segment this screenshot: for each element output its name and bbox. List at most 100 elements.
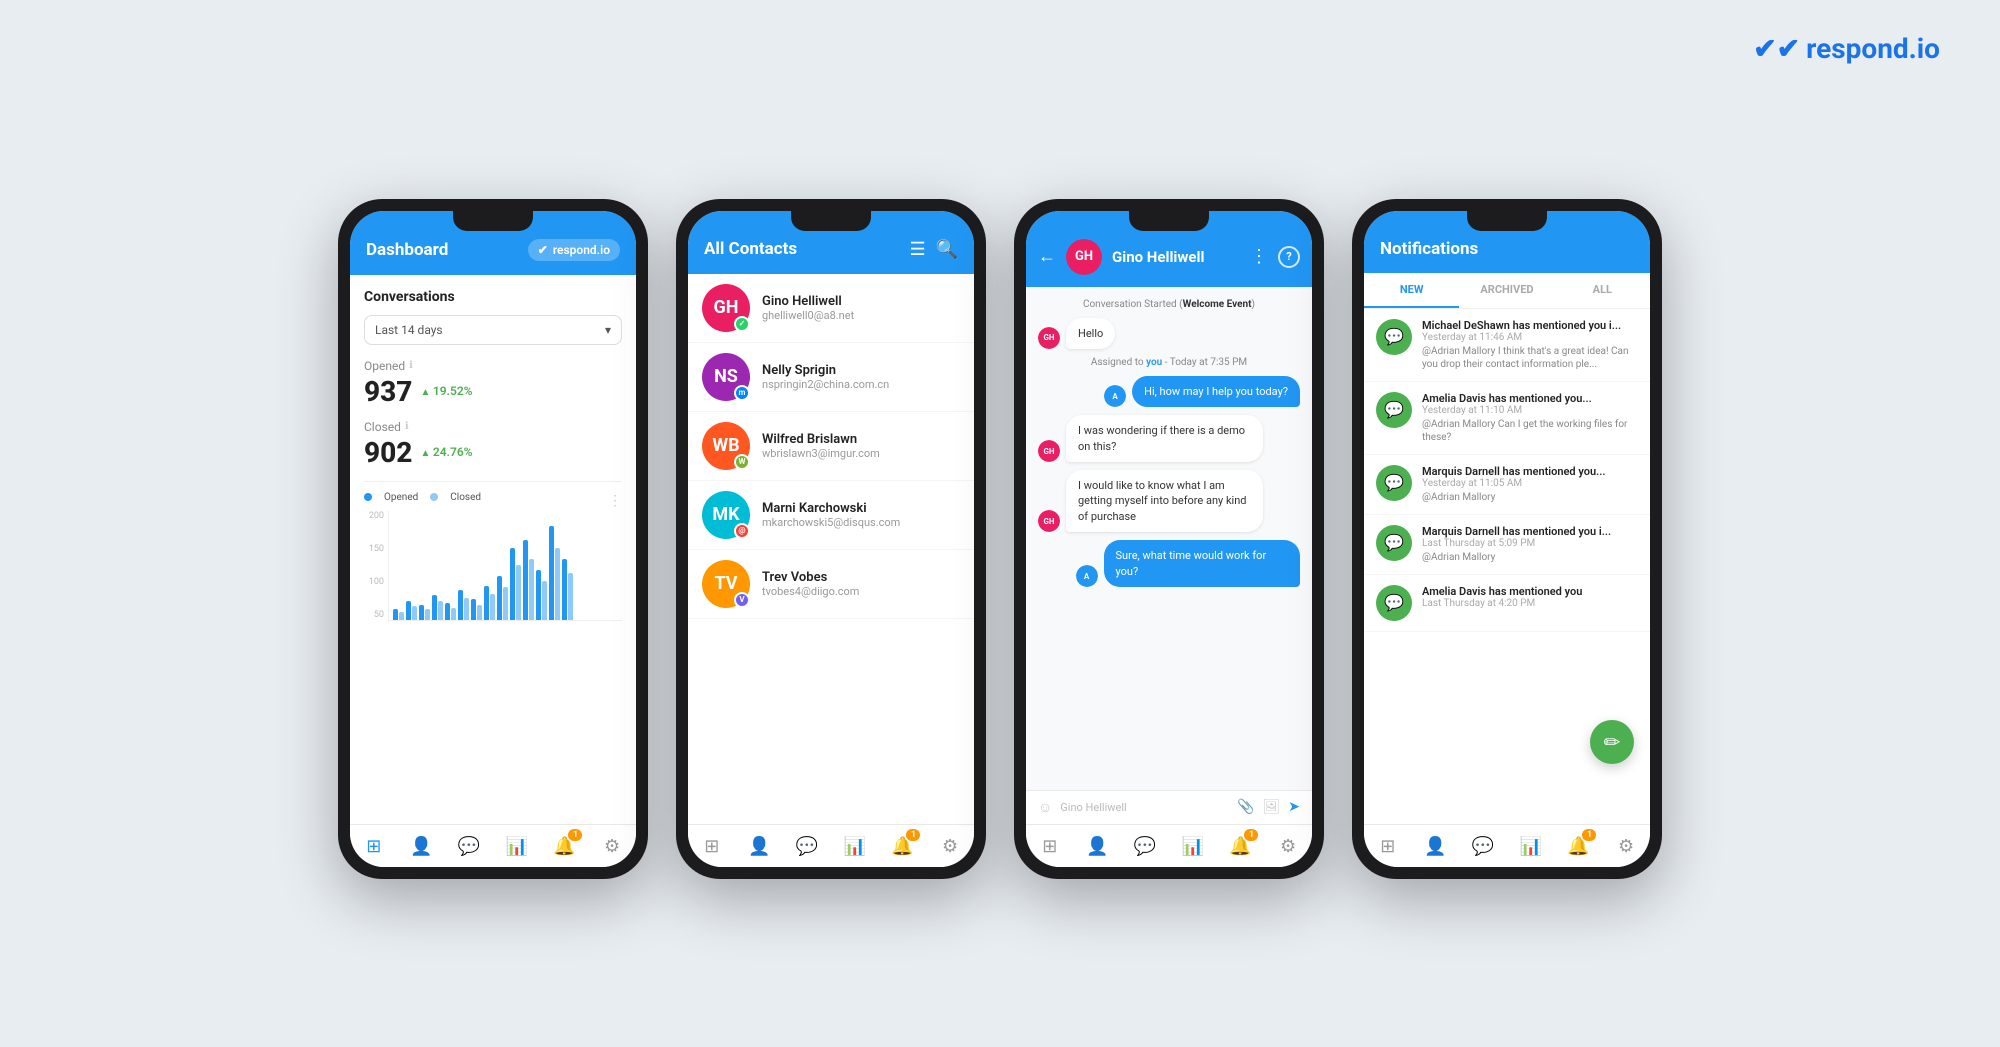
tab-all[interactable]: ALL	[1555, 273, 1650, 308]
bar-group	[445, 603, 456, 620]
contact-item[interactable]: NS m Nelly Sprigin nspringin2@china.com.…	[688, 343, 974, 412]
notifications-header: Notifications	[1364, 211, 1650, 273]
nav-analytics[interactable]: 📊	[1179, 833, 1207, 861]
wechat-badge: W	[734, 454, 750, 470]
nav-settings[interactable]: ⚙	[1274, 833, 1302, 861]
nav-notifications[interactable]: 🔔 1	[888, 833, 916, 861]
emoji-icon[interactable]: ☺	[1038, 799, 1052, 816]
message-row: GH I was wondering if there is a demo on…	[1038, 415, 1300, 462]
nav-dashboard[interactable]: ⊞	[1374, 833, 1402, 861]
help-icon[interactable]: ?	[1278, 246, 1300, 268]
tiny-avatar-agent: A	[1076, 565, 1098, 587]
nav-notifications[interactable]: 🔔 1	[550, 833, 578, 861]
closed-label: Closed ℹ	[364, 420, 622, 434]
bottom-nav: ⊞ 👤 💬 📊 🔔 1 ⚙	[1026, 824, 1312, 867]
notification-item[interactable]: 💬 Amelia Davis has mentioned you Last Th…	[1364, 575, 1650, 632]
bar-closed	[412, 606, 417, 620]
bar-closed	[425, 609, 430, 620]
nav-settings[interactable]: ⚙	[598, 833, 626, 861]
phone-dashboard: Dashboard ✔ respond.io Conversations Las…	[338, 199, 648, 879]
contact-name: Marni Karchowski	[762, 501, 900, 516]
bar-group	[523, 540, 534, 620]
nav-chat[interactable]: 💬	[455, 833, 483, 861]
notif-name: Amelia Davis has mentioned you	[1422, 585, 1582, 598]
viber-badge: V	[734, 592, 750, 608]
nav-dashboard[interactable]: ⊞	[360, 833, 388, 861]
contact-item[interactable]: TV V Trev Vobes tvobes4@diigo.com	[688, 550, 974, 619]
notif-avatar: 💬	[1376, 465, 1412, 501]
nav-contacts[interactable]: 👤	[745, 833, 773, 861]
nav-chat[interactable]: 💬	[793, 833, 821, 861]
date-filter[interactable]: Last 14 days ▾	[364, 315, 622, 345]
chat-input-field[interactable]: Gino Helliwell	[1060, 801, 1229, 814]
contact-item[interactable]: GH ✓ Gino Helliwell ghelliwell0@a8.net	[688, 274, 974, 343]
compose-fab[interactable]: ✏	[1590, 720, 1634, 764]
contact-item[interactable]: WB W Wilfred Brislawn wbrislawn3@imgur.c…	[688, 412, 974, 481]
bar-closed	[399, 612, 404, 620]
notif-name: Marquis Darnell has mentioned you...	[1422, 465, 1605, 478]
nav-settings[interactable]: ⚙	[1612, 833, 1640, 861]
bar-opened	[393, 609, 398, 620]
assign-note: Assigned to you - Today at 7:35 PM	[1038, 357, 1300, 368]
bar-opened	[523, 540, 528, 620]
nav-chat[interactable]: 💬	[1469, 833, 1497, 861]
notif-name: Amelia Davis has mentioned you...	[1422, 392, 1638, 405]
message-bubble: I was wondering if there is a demo on th…	[1066, 415, 1263, 462]
legend-opened: Opened	[384, 492, 418, 503]
notification-item[interactable]: 💬 Marquis Darnell has mentioned you i...…	[1364, 515, 1650, 575]
bar-chart	[388, 511, 622, 621]
whatsapp-badge: ✓	[734, 316, 750, 332]
contact-item[interactable]: MK @ Marni Karchowski mkarchowski5@disqu…	[688, 481, 974, 550]
contact-name: Gino Helliwell	[762, 294, 854, 309]
bar-opened	[497, 576, 502, 620]
nav-analytics[interactable]: 📊	[841, 833, 869, 861]
bar-closed	[542, 581, 547, 620]
bottom-nav: ⊞ 👤 💬 📊 🔔 1 ⚙	[350, 824, 636, 867]
notification-badge: 1	[1582, 829, 1596, 841]
notification-item[interactable]: 💬 Michael DeShawn has mentioned you i...…	[1364, 309, 1650, 382]
notif-time: Last Thursday at 5:09 PM	[1422, 538, 1611, 549]
nav-contacts[interactable]: 👤	[407, 833, 435, 861]
nav-settings[interactable]: ⚙	[936, 833, 964, 861]
more-options-icon[interactable]: ⋮	[1250, 246, 1268, 267]
notification-item[interactable]: 💬 Marquis Darnell has mentioned you... Y…	[1364, 455, 1650, 515]
nav-notifications[interactable]: 🔔 1	[1564, 833, 1592, 861]
bar-closed	[490, 594, 495, 620]
back-icon[interactable]: ←	[1038, 246, 1056, 267]
nav-contacts[interactable]: 👤	[1083, 833, 1111, 861]
chevron-down-icon: ▾	[605, 323, 611, 337]
nav-notifications[interactable]: 🔔 1	[1226, 833, 1254, 861]
notif-avatar: 💬	[1376, 525, 1412, 561]
avatar: MK @	[702, 491, 750, 539]
nav-contacts[interactable]: 👤	[1421, 833, 1449, 861]
notif-time: Yesterday at 11:46 AM	[1422, 332, 1638, 343]
chat-messages: Conversation Started (Welcome Event) GH …	[1026, 287, 1312, 790]
attachment-icon[interactable]: 📎	[1237, 799, 1254, 815]
filter-icon[interactable]: ☰	[909, 239, 925, 260]
opened-change: 19.52%	[420, 384, 472, 398]
opened-label: Opened ℹ	[364, 359, 622, 373]
nav-analytics[interactable]: 📊	[503, 833, 531, 861]
nav-dashboard[interactable]: ⊞	[1036, 833, 1064, 861]
nav-dashboard[interactable]: ⊞	[698, 833, 726, 861]
chart-options-icon[interactable]: ⋮	[608, 493, 622, 509]
notification-item[interactable]: 💬 Amelia Davis has mentioned you... Yest…	[1364, 382, 1650, 455]
bar-opened	[562, 559, 567, 620]
send-icon[interactable]: ➤	[1288, 799, 1300, 815]
nav-analytics[interactable]: 📊	[1517, 833, 1545, 861]
message-row: GH I would like to know what I am gettin…	[1038, 470, 1300, 532]
bar-closed	[477, 605, 482, 620]
bar-closed	[503, 587, 508, 620]
nav-chat[interactable]: 💬	[1131, 833, 1159, 861]
notification-badge: 1	[1244, 829, 1258, 841]
avatar: TV V	[702, 560, 750, 608]
image-icon[interactable]: 🖼	[1262, 799, 1280, 815]
tab-archived[interactable]: ARCHIVED	[1459, 273, 1554, 308]
avatar: NS m	[702, 353, 750, 401]
bar-opened	[471, 599, 476, 620]
bar-closed	[568, 573, 573, 620]
bar-group	[458, 590, 469, 620]
search-icon[interactable]: 🔍	[936, 239, 958, 260]
notif-time: Last Thursday at 4:20 PM	[1422, 598, 1582, 609]
tab-new[interactable]: NEW	[1364, 273, 1459, 308]
